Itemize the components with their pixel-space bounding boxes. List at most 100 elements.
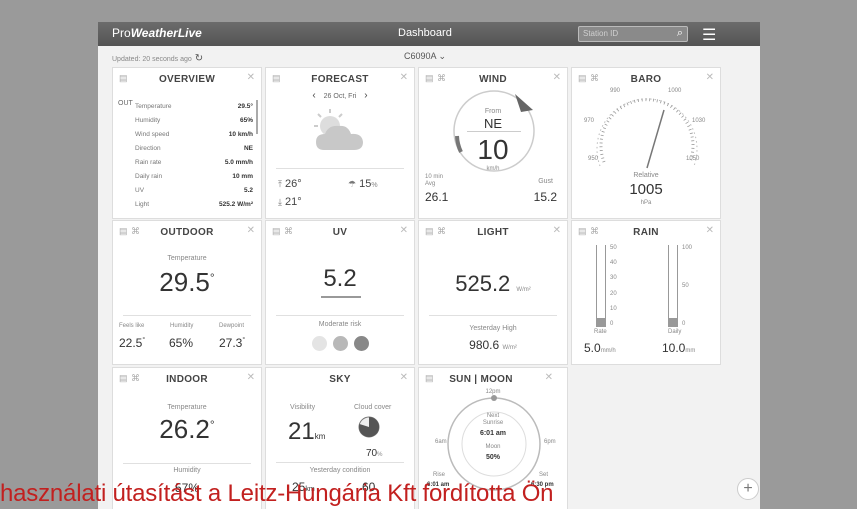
prev-day-icon[interactable]: ‹ <box>312 90 315 101</box>
yesterday-unit: W/m² <box>502 345 517 351</box>
visibility-value: 21 <box>288 418 315 445</box>
temp-label: Temperature <box>167 255 207 262</box>
overview-row: Daily rain 10 mm <box>135 170 253 184</box>
light-unit: W/m² <box>516 287 531 293</box>
baro-unit: hPa <box>640 200 652 206</box>
from-label: From <box>484 108 502 115</box>
scrollbar[interactable] <box>256 100 258 134</box>
hamburger-menu-icon[interactable]: ☰ <box>702 25 716 45</box>
cloud-unit: % <box>377 452 383 458</box>
overview-row: Light 525.2 W/m² <box>135 198 253 212</box>
update-status: Updated: 20 seconds ago ↻ <box>112 53 203 64</box>
forecast-card: ▤ FORECAST ✕ ‹ 26 Oct, Fri › ⤒ 26° ☂ 15%… <box>265 67 415 219</box>
wind-speed: 10 <box>477 134 509 165</box>
close-icon[interactable]: ✕ <box>553 225 561 236</box>
overview-value: 5.0 mm/h <box>224 159 253 166</box>
rain-rate: 5.0 <box>584 341 601 355</box>
overview-label: UV <box>135 187 145 194</box>
moon-label: Moon <box>485 444 501 450</box>
overview-value: NE <box>243 145 253 152</box>
gust-label: Gust <box>538 178 553 185</box>
feels-value: 22.5 <box>119 336 143 350</box>
rain-scale-tick: 50 <box>682 283 689 289</box>
close-icon[interactable]: ✕ <box>400 372 408 383</box>
card-title: OVERVIEW <box>158 74 216 85</box>
add-widget-button[interactable]: + <box>737 478 759 500</box>
cloud-value: 70 <box>366 448 378 459</box>
overview-list: Temperature 29.5° Humidity 65% Wind speed 10 … <box>135 100 253 212</box>
humidity-label: Humidity <box>170 323 194 329</box>
humidity-value: 65% <box>169 336 194 350</box>
partly-cloudy-icon <box>314 109 363 150</box>
baro-tick: 1030 <box>692 118 706 124</box>
station-search-input[interactable]: Station ID ⌕ <box>578 26 688 42</box>
baro-label: Relative <box>633 172 659 179</box>
forecast-high: 26° <box>285 178 302 190</box>
next-sunrise-label: Next Sunrise <box>482 413 504 426</box>
high-temp-icon: ⤒ <box>278 179 282 189</box>
outdoor-card: ▤ ⌘ OUTDOOR ✕ Temperature 29.5° Feels li… <box>112 220 262 365</box>
card-title: RAIN <box>633 227 659 238</box>
close-icon[interactable]: ✕ <box>247 372 255 383</box>
top-bar: ProWeatherLive Dashboard Station ID ⌕ ☰ <box>98 22 760 46</box>
daily-unit: mm <box>685 348 696 354</box>
overview-label: Humidity <box>135 117 161 124</box>
close-icon[interactable]: ✕ <box>545 372 553 383</box>
close-icon[interactable]: ✕ <box>247 225 255 236</box>
close-icon[interactable]: ✕ <box>400 225 408 236</box>
daily-label: Daily <box>668 329 682 335</box>
overview-value: 525.2 W/m² <box>219 201 253 208</box>
moon-phase: 50% <box>485 454 500 461</box>
cloud-cover-pie-icon <box>358 416 380 438</box>
rain-scale-tick: 50 <box>610 245 617 251</box>
close-icon[interactable]: ✕ <box>400 72 408 83</box>
baro-value: 1005 <box>629 181 663 198</box>
overview-label: Rain rate <box>135 159 162 166</box>
refresh-icon[interactable]: ↻ <box>195 53 203 64</box>
station-selector[interactable]: C6090A ⌄ <box>404 51 446 62</box>
set-label: Set <box>539 472 549 478</box>
close-icon[interactable]: ✕ <box>706 225 714 236</box>
next-sunrise: 6:01 am <box>479 430 507 437</box>
next-day-icon[interactable]: › <box>364 90 367 101</box>
uv-value: 5.2 <box>323 265 357 292</box>
yesterday-label: Yesterday High <box>469 325 517 332</box>
overview-value: 5.2 <box>243 187 253 194</box>
dewpoint-label: Dewpoint <box>219 323 245 329</box>
group-label: OUT <box>118 100 133 107</box>
overview-value: 65% <box>239 117 253 124</box>
station-id: C6090A <box>404 51 437 61</box>
low-temp-icon: ⤓ <box>278 197 282 207</box>
rain-daily: 10.0 <box>662 341 686 355</box>
close-icon[interactable]: ✕ <box>706 72 714 83</box>
overview-value: 10 km/h <box>228 131 253 138</box>
yesterday-label: Yesterday condition <box>309 467 371 474</box>
light-value: 525.2 <box>455 271 511 296</box>
close-icon[interactable]: ✕ <box>553 72 561 83</box>
card-title: WIND <box>479 74 507 85</box>
rain-daily-scale: 100 50 0 <box>682 245 700 327</box>
precip-unit: % <box>371 182 378 189</box>
rain-rate-scale: 50 40 30 20 10 0 <box>610 245 628 327</box>
overview-row: Humidity 65% <box>135 114 253 128</box>
close-icon[interactable]: ✕ <box>247 72 255 83</box>
wind-gust: 15.2 <box>533 190 557 204</box>
brand-logo[interactable]: ProWeatherLive <box>112 26 202 40</box>
baro-tick: 1000 <box>668 88 682 94</box>
search-icon[interactable]: ⌕ <box>677 27 683 40</box>
card-title: SUN | MOON <box>449 374 513 385</box>
rain-daily-gauge <box>668 245 678 327</box>
overview-card: ▤ OVERVIEW ✕ OUT Temperature 29.5° Humidit… <box>112 67 262 219</box>
forecast-precip: 15 <box>359 178 372 190</box>
overview-label: Daily rain <box>135 173 163 180</box>
watermark-text: használati útasítást a Leitz-Hungária Kf… <box>0 480 554 507</box>
forecast-low: 21° <box>285 196 302 208</box>
wind-direction: NE <box>483 116 503 131</box>
avg-label: 10 min Avg <box>425 174 444 187</box>
rain-scale-tick: 20 <box>610 290 617 297</box>
card-title: BARO <box>630 74 662 85</box>
card-title: SKY <box>329 374 351 385</box>
baro-tick: 970 <box>584 118 595 124</box>
overview-row: Temperature 29.5° <box>135 100 253 114</box>
rain-scale-tick: 0 <box>610 321 614 327</box>
